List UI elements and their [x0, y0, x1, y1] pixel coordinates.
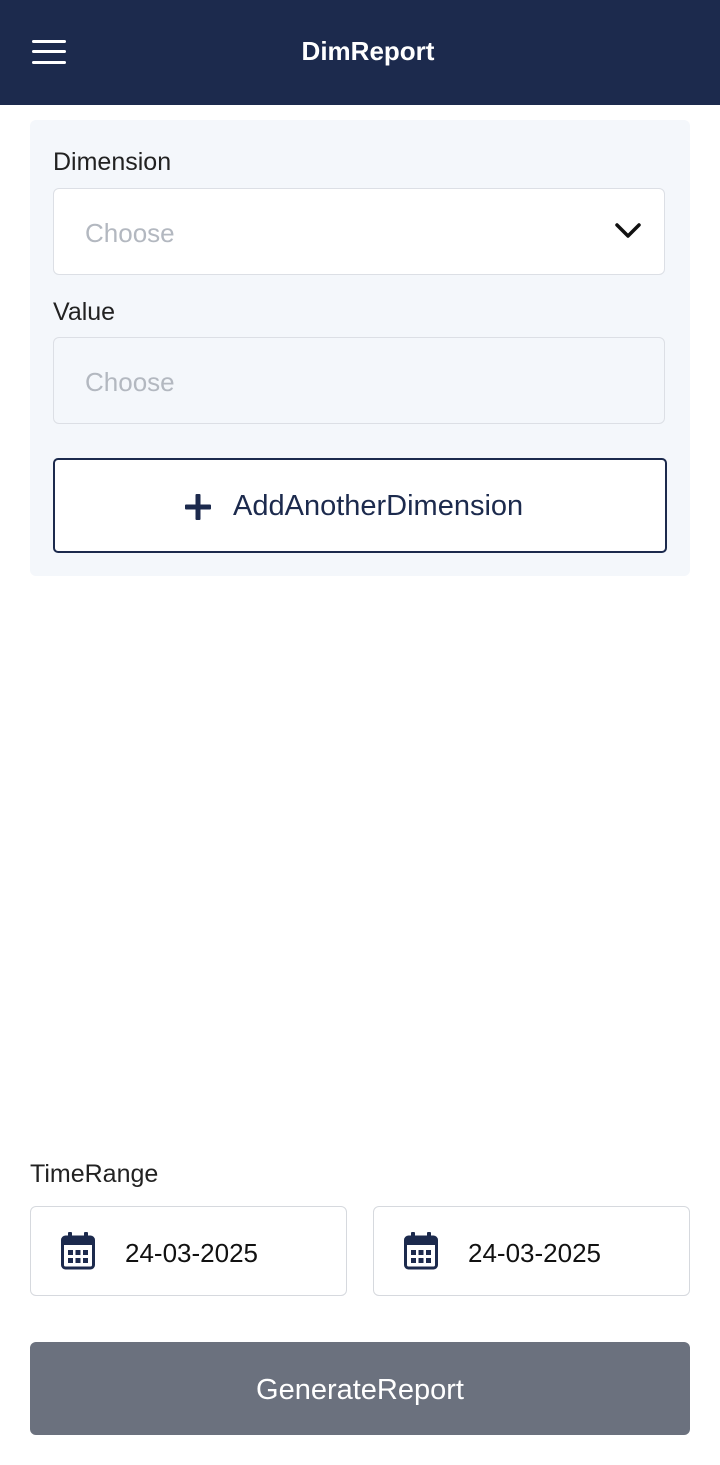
page-title: DimReport: [301, 36, 435, 66]
end-date-value: 24-03-2025: [468, 1238, 601, 1268]
plus-icon: [185, 494, 211, 520]
start-date-value: 24-03-2025: [125, 1238, 258, 1268]
value-placeholder: Choose: [85, 367, 175, 397]
app-header: DimReport: [0, 0, 720, 105]
add-another-dimension-label: AddAnotherDimension: [233, 490, 524, 522]
dimension-filter-panel: Dimension Choose Value Choose AddAnother…: [30, 120, 690, 576]
calendar-icon: [404, 1232, 438, 1270]
time-range-label: TimeRange: [30, 1160, 159, 1188]
generate-report-button[interactable]: GenerateReport: [30, 1342, 690, 1435]
value-select[interactable]: Choose: [53, 337, 665, 424]
generate-report-label: GenerateReport: [256, 1374, 464, 1406]
calendar-icon: [61, 1232, 95, 1270]
end-date-picker[interactable]: 24-03-2025: [373, 1206, 690, 1296]
add-another-dimension-button[interactable]: AddAnotherDimension: [53, 458, 667, 553]
dimension-placeholder: Choose: [85, 218, 175, 248]
value-label: Value: [53, 298, 116, 326]
start-date-picker[interactable]: 24-03-2025: [30, 1206, 347, 1296]
chevron-down-icon: [615, 223, 641, 238]
dimension-select[interactable]: Choose: [53, 188, 665, 275]
dimension-label: Dimension: [53, 148, 172, 176]
